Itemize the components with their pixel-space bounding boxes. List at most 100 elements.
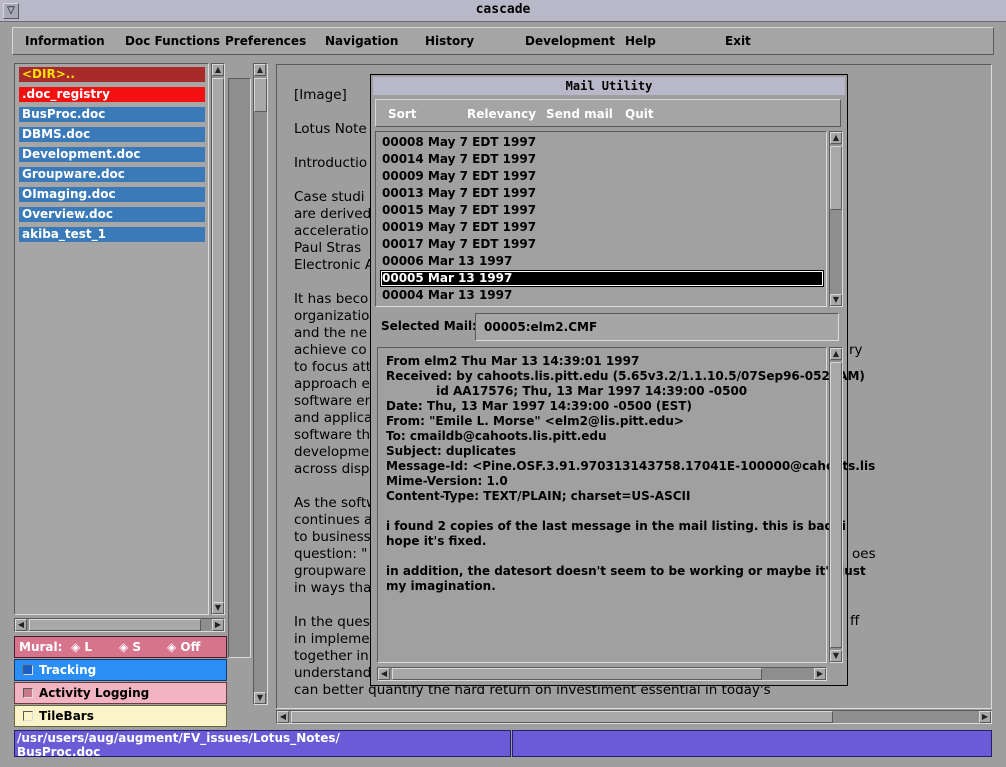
mail-list-item[interactable]: 00006 Mar 13 1997 [380, 253, 824, 270]
mail-menu-sort[interactable]: Sort [388, 107, 417, 121]
document-vscroll-thumb[interactable] [254, 78, 267, 112]
scroll-left-icon[interactable]: ◀ [378, 668, 390, 680]
selected-mail-field[interactable]: 00005:elm2.CMF [475, 313, 839, 341]
file-path-line1: /usr/users/aug/augment/FV_issues/Lotus_N… [17, 731, 340, 745]
mail-list-item[interactable]: 00015 May 7 EDT 1997 [380, 202, 824, 219]
file-list-item[interactable]: .doc_registry [19, 87, 205, 102]
file-list-item[interactable]: DBMS.doc [19, 127, 205, 142]
scroll-down-icon[interactable]: ▼ [212, 602, 224, 614]
menu-history[interactable]: History [425, 34, 474, 48]
document-vscrollbar[interactable]: ▲ ▼ [253, 63, 268, 705]
menu-doc-functions[interactable]: Doc Functions [125, 34, 220, 48]
tracking-checkbox[interactable] [23, 665, 33, 675]
mural-option-s[interactable]: ◈ S [119, 640, 141, 654]
tracking-toggle[interactable]: Tracking [14, 659, 227, 681]
radio-diamond-icon: ◈ [167, 640, 177, 654]
file-list-item[interactable]: Development.doc [19, 147, 205, 162]
doc-fragment: oes [852, 546, 876, 562]
mail-list-item[interactable]: 00013 May 7 EDT 1997 [380, 185, 824, 202]
menu-preferences[interactable]: Preferences [225, 34, 306, 48]
activity-logging-label: Activity Logging [39, 686, 150, 700]
file-list: <DIR>.. .doc_registry BusProc.doc DBMS.doc D… [14, 63, 209, 615]
mail-list-vscrollbar[interactable]: ▲ ▼ [829, 131, 843, 307]
mail-list-item[interactable]: 00017 May 7 EDT 1997 [380, 236, 824, 253]
menu-navigation[interactable]: Navigation [325, 34, 398, 48]
scroll-right-icon[interactable]: ▶ [814, 668, 826, 680]
mail-body-hscroll-thumb[interactable] [392, 668, 762, 680]
mural-option-off[interactable]: ◈ Off [167, 640, 200, 654]
tilebars-checkbox[interactable] [23, 711, 33, 721]
file-path-bar: /usr/users/aug/augment/FV_issues/Lotus_N… [14, 730, 511, 759]
mail-body-line: Message-Id: <Pine.OSF.3.91.970313143758.… [386, 459, 876, 473]
mail-body-line: my imagination. [386, 579, 496, 593]
file-list-vscrollbar[interactable]: ▲ ▼ [211, 63, 225, 615]
scroll-down-icon[interactable]: ▼ [830, 294, 842, 306]
file-list-vscroll-thumb[interactable] [212, 78, 224, 604]
activity-logging-checkbox[interactable] [23, 688, 33, 698]
scroll-right-icon[interactable]: ▶ [212, 619, 224, 631]
doc-text-line: continues a [294, 512, 373, 528]
mail-list-item[interactable]: 00004 Mar 13 1997 [380, 287, 824, 304]
mail-list-item[interactable]: 00005 Mar 13 1997 [380, 270, 824, 287]
mail-menu-send-mail[interactable]: Send mail [546, 107, 613, 121]
scroll-left-icon[interactable]: ◀ [277, 711, 289, 723]
file-list-item[interactable]: akiba_test_1 [19, 227, 205, 242]
file-path-line2: BusProc.doc [17, 745, 101, 759]
scroll-down-icon[interactable]: ▼ [830, 650, 842, 662]
mail-body-hscrollbar[interactable]: ◀ ▶ [377, 667, 827, 681]
mail-dialog-title: Mail Utility [373, 77, 845, 95]
mail-message-body[interactable]: From elm2 Thu Mar 13 14:39:01 1997 Receiv… [377, 347, 875, 663]
menu-exit[interactable]: Exit [725, 34, 751, 48]
menu-help[interactable]: Help [625, 34, 656, 48]
scroll-up-icon[interactable]: ▲ [254, 64, 266, 76]
scroll-up-icon[interactable]: ▲ [830, 348, 842, 360]
doc-text-line: developme [294, 444, 370, 460]
mail-body-line: From elm2 Thu Mar 13 14:39:01 1997 [386, 354, 640, 368]
mail-list-item[interactable]: 00008 May 7 EDT 1997 [380, 134, 824, 151]
mail-body-line: Content-Type: TEXT/PLAIN; charset=US-ASC… [386, 489, 691, 503]
mail-list-vscroll-thumb[interactable] [830, 146, 842, 210]
mural-option-l[interactable]: ◈ L [71, 640, 92, 654]
doc-text-line: and the ne [294, 325, 367, 341]
file-list-item[interactable]: OImaging.doc [19, 187, 205, 202]
tilebars-label: TileBars [39, 709, 94, 723]
mail-body-line: id AA17576; Thu, 13 Mar 1997 14:39:00 -0… [386, 384, 748, 398]
file-list-hscrollbar[interactable]: ◀ ▶ [14, 618, 225, 632]
document-overview-bar[interactable] [228, 78, 251, 658]
tracking-label: Tracking [39, 663, 97, 677]
file-list-item[interactable]: BusProc.doc [19, 107, 205, 122]
mail-body-line: Date: Thu, 13 Mar 1997 14:39:00 -0500 (E… [386, 399, 692, 413]
scroll-up-icon[interactable]: ▲ [212, 64, 224, 76]
doc-text-line: to focus att [294, 359, 372, 375]
mail-body-vscrollbar[interactable]: ▲ ▼ [829, 347, 843, 663]
file-list-hscroll-thumb[interactable] [29, 619, 201, 631]
document-hscrollbar[interactable]: ◀ ▶ [276, 710, 992, 724]
mail-menu-relevancy[interactable]: Relevancy [467, 107, 536, 121]
menu-information[interactable]: Information [25, 34, 105, 48]
mail-list-item[interactable]: 00019 May 7 EDT 1997 [380, 219, 824, 236]
mail-menu-quit[interactable]: Quit [625, 107, 654, 121]
doc-text-line: In the ques [294, 614, 370, 630]
menu-development[interactable]: Development [525, 34, 615, 48]
mail-list-item[interactable]: 00009 May 7 EDT 1997 [380, 168, 824, 185]
mail-utility-dialog: Mail Utility Sort Relevancy Send mail Qu… [370, 74, 875, 686]
scroll-up-icon[interactable]: ▲ [830, 132, 842, 144]
mural-panel: Mural: ◈ L ◈ S ◈ Off [14, 636, 227, 658]
activity-logging-toggle[interactable]: Activity Logging [14, 682, 227, 704]
scroll-down-icon[interactable]: ▼ [254, 692, 266, 704]
document-hscroll-thumb[interactable] [291, 711, 833, 723]
radio-diamond-icon: ◈ [119, 640, 129, 654]
mail-list-item[interactable]: 00014 May 7 EDT 1997 [380, 151, 824, 168]
doc-fragment: ry [849, 342, 863, 358]
mail-body-vscroll-thumb[interactable] [830, 362, 842, 648]
file-list-item[interactable]: Overview.doc [19, 207, 205, 222]
mail-body-line: hope it's fixed. [386, 534, 487, 548]
scroll-left-icon[interactable]: ◀ [15, 619, 27, 631]
tilebars-toggle[interactable]: TileBars [14, 705, 227, 727]
doc-text-line: Case studi [294, 189, 365, 205]
file-list-item[interactable]: <DIR>.. [19, 67, 205, 82]
scroll-right-icon[interactable]: ▶ [979, 711, 991, 723]
mail-body-line: i found 2 copies of the last message in … [386, 519, 846, 533]
file-list-item[interactable]: Groupware.doc [19, 167, 205, 182]
doc-text-line: organizatio [294, 308, 370, 324]
